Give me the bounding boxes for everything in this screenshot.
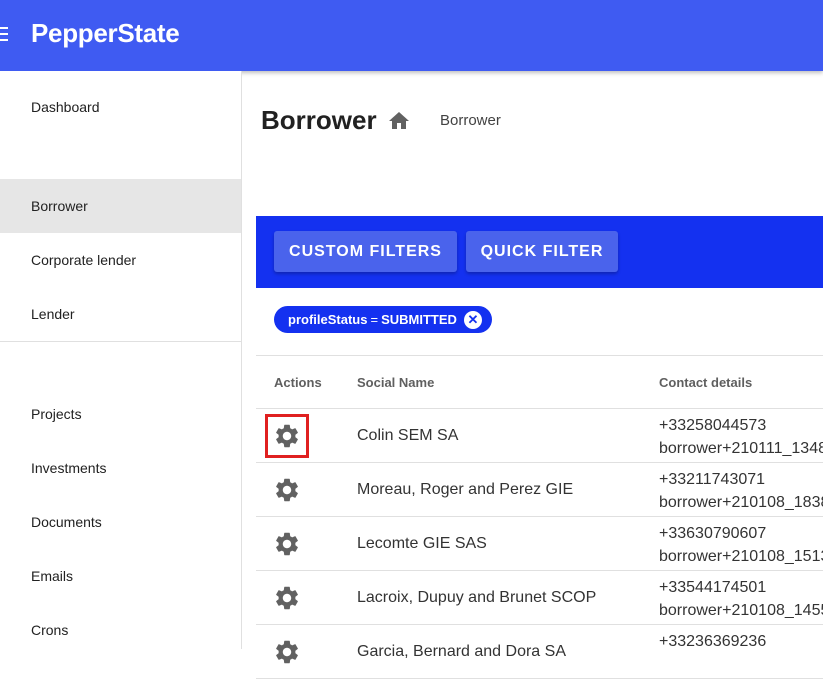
header-social-name[interactable]: Social Name [357,375,434,390]
contact-email: borrower+210111_1348 [659,440,823,457]
contact-details: +33630790607 borrower+210108_1513 [659,522,823,568]
gear-icon[interactable] [273,530,301,558]
gear-icon[interactable] [273,476,301,504]
table-row: Lacroix, Dupuy and Brunet SCOP +33544174… [256,571,823,625]
filter-bar: CUSTOM FILTERS QUICK FILTER [256,216,823,288]
sidebar-item-dashboard[interactable]: Dashboard [0,80,241,134]
social-name: Moreau, Roger and Perez GIE [357,481,574,498]
social-name: Garcia, Bernard and Dora SA [357,643,566,660]
contact-details: +33258044573 borrower+210111_1348 [659,414,823,460]
gear-icon[interactable] [265,414,309,458]
contact-phone: +33544174501 [659,579,767,596]
header-contact-details: Contact details [659,375,753,390]
app-bar: PepperState [0,0,823,71]
sidebar-item-investments[interactable]: Investments [0,441,241,495]
chip-value: SUBMITTED [381,312,457,327]
table-row: Moreau, Roger and Perez GIE +33211743071… [256,463,823,517]
chip-remove-icon[interactable]: ✕ [463,310,482,329]
contact-email: borrower+210108_1838 [659,494,823,511]
contact-email: borrower+210108_1513 [659,548,823,565]
gear-icon[interactable] [273,584,301,612]
chip-operator: = [370,312,379,327]
contact-phone: +33630790607 [659,525,767,542]
sidebar-item-emails[interactable]: Emails [0,549,241,603]
page-title: Borrower [261,105,377,135]
sidebar-item-projects[interactable]: Projects [0,387,241,441]
table-header: Actions Social Name Contact details [256,355,823,409]
sidebar: Dashboard Borrower Corporate lender Lend… [0,71,242,649]
custom-filters-button[interactable]: CUSTOM FILTERS [274,231,457,272]
contact-details: +33544174501 borrower+210108_1455 [659,576,823,622]
breadcrumb[interactable]: Borrower [440,112,501,129]
sidebar-item-corporate-lender[interactable]: Corporate lender [0,233,241,287]
sidebar-divider [0,341,241,342]
gear-icon[interactable] [273,638,301,666]
social-name: Lecomte GIE SAS [357,535,487,552]
contact-email: borrower+210108_1455 [659,602,823,619]
home-icon[interactable] [387,109,411,133]
table-row: Garcia, Bernard and Dora SA +33236369236 [256,625,823,679]
table-row: Lecomte GIE SAS +33630790607 borrower+21… [256,517,823,571]
contact-phone: +33211743071 [659,471,766,488]
sidebar-item-borrower[interactable]: Borrower [0,179,241,233]
contact-details: +33236369236 [659,630,766,653]
menu-icon[interactable] [0,27,8,43]
filter-chip[interactable]: profileStatus = SUBMITTED ✕ [274,306,492,333]
quick-filter-button[interactable]: QUICK FILTER [466,231,618,272]
social-name: Colin SEM SA [357,427,459,444]
main-content: Borrower Borrower CUSTOM FILTERS QUICK F… [242,71,823,679]
chip-key: profileStatus [288,312,368,327]
social-name: Lacroix, Dupuy and Brunet SCOP [357,589,597,606]
app-title: PepperState [31,18,180,48]
header-actions: Actions [274,375,322,390]
sidebar-item-documents[interactable]: Documents [0,495,241,549]
table-row: Colin SEM SA +33258044573 borrower+21011… [256,409,823,463]
contact-phone: +33236369236 [659,633,767,650]
sidebar-item-lender[interactable]: Lender [0,287,241,341]
contact-details: +33211743071 borrower+210108_1838 [659,468,823,514]
contact-phone: +33258044573 [659,417,767,434]
